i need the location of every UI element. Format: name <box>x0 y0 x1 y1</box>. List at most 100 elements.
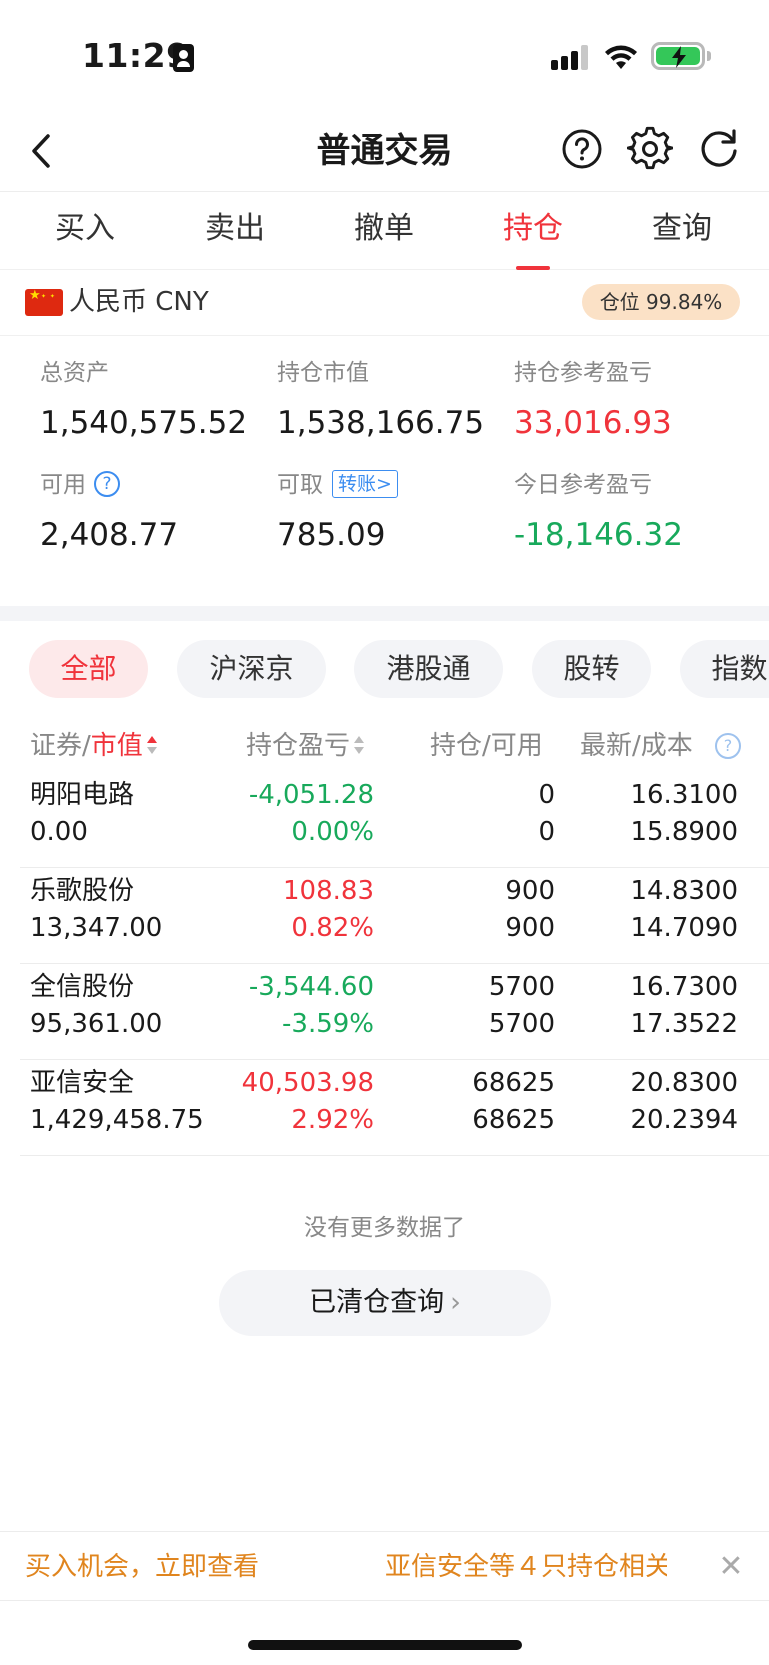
market-value: 0.00 <box>30 817 88 847</box>
withdrawable-funds: 可取 转账> 785.09 <box>277 468 398 557</box>
chip-sh-sz-bj[interactable]: 沪深京 <box>177 640 326 698</box>
position-pnl: 108.83 <box>283 876 374 906</box>
holding-value: 持仓市值 1,538,166.75 <box>277 356 484 445</box>
promo-banner[interactable]: 买入机会，立即查看 亚信安全等４只持仓相关 ✕ <box>0 1531 769 1601</box>
transfer-link[interactable]: 转账> <box>332 469 398 498</box>
cost-price: 20.2394 <box>630 1105 738 1135</box>
latest-price: 20.8300 <box>630 1068 738 1098</box>
holding-qty: 68625 <box>472 1068 555 1098</box>
nav-bar: 普通交易 <box>0 110 769 192</box>
total-assets-value: 1,540,575.52 <box>40 405 248 441</box>
trade-tabs: 买入 卖出 撤单 持仓 查询 <box>0 193 769 270</box>
available-qty: 68625 <box>472 1105 555 1135</box>
section-divider <box>0 606 769 621</box>
security-name: 亚信安全 <box>30 1068 135 1098</box>
holding-row[interactable]: 亚信安全 1,429,458.75 40,503.98 2.92% 68625 … <box>20 1060 769 1156</box>
close-icon[interactable]: ✕ <box>715 1549 747 1585</box>
cellular-signal-icon <box>551 44 591 70</box>
col-separator: / <box>482 731 491 761</box>
column-info-icon[interactable]: ? <box>715 733 741 759</box>
available-qty: 900 <box>505 913 555 943</box>
tab-holdings[interactable]: 持仓 <box>473 193 593 270</box>
sort-icon <box>354 735 365 754</box>
total-assets-label: 总资产 <box>40 360 109 386</box>
available-qty: 0 <box>538 817 555 847</box>
holding-pnl: 持仓参考盈亏 33,016.93 <box>514 356 672 445</box>
no-more-data-text: 没有更多数据了 <box>304 1215 465 1241</box>
chip-index[interactable]: 指数 <box>680 640 769 698</box>
today-pnl-label: 今日参考盈亏 <box>514 472 652 498</box>
holding-pnl-label: 持仓参考盈亏 <box>514 360 652 386</box>
id-card-icon <box>173 44 194 72</box>
holding-value-value: 1,538,166.75 <box>277 405 485 441</box>
chip-hk-connect[interactable]: 港股通 <box>354 640 503 698</box>
available-qty: 5700 <box>488 1009 555 1039</box>
cleared-positions-button[interactable]: 已清仓查询 › <box>219 1270 551 1336</box>
market-value: 1,429,458.75 <box>30 1105 204 1135</box>
position-ratio-badge: 仓位 99.84% <box>582 284 740 320</box>
help-icon[interactable] <box>559 126 605 172</box>
latest-price: 14.8300 <box>630 876 738 906</box>
holding-row[interactable]: 全信股份 95,361.00 -3,544.60 -3.59% 5700 570… <box>20 964 769 1060</box>
asset-summary: 总资产 1,540,575.52 持仓市值 1,538,166.75 持仓参考盈… <box>0 336 769 606</box>
cost-price: 17.3522 <box>630 1009 738 1039</box>
col-cost-label: 成本 <box>640 731 693 761</box>
wifi-icon <box>605 45 637 69</box>
available-value: 2,408.77 <box>40 517 179 553</box>
tab-cancel-order[interactable]: 撤单 <box>324 193 444 270</box>
today-pnl-value: -18,146.32 <box>514 517 683 553</box>
currency-row: 人民币 CNY 仓位 99.84% <box>0 270 769 336</box>
position-pnl-percent: 2.92% <box>291 1105 374 1135</box>
col-latest-label: 最新 <box>580 731 633 761</box>
status-bar: 11:29 <box>0 0 769 110</box>
holding-qty: 900 <box>505 876 555 906</box>
home-indicator <box>248 1640 522 1650</box>
col-pnl-label: 持仓盈亏 <box>246 731 351 761</box>
holding-pnl-value: 33,016.93 <box>514 405 672 441</box>
withdrawable-label: 可取 转账> <box>277 468 398 502</box>
holding-row[interactable]: 明阳电路 0.00 -4,051.28 0.00% 0 0 16.3100 15… <box>20 772 769 868</box>
latest-price: 16.3100 <box>630 780 738 810</box>
chip-neeq[interactable]: 股转 <box>532 640 651 698</box>
market-filter-chips: 全部 沪深京 港股通 股转 指数 <box>0 640 769 700</box>
currency-label: 人民币 CNY <box>69 287 209 317</box>
sort-by-market-value[interactable]: 证券/市值 <box>30 720 157 772</box>
settings-gear-icon[interactable] <box>627 126 673 172</box>
col-available-label: 可用 <box>490 731 543 761</box>
market-value: 13,347.00 <box>30 913 163 943</box>
position-pnl-percent: -3.59% <box>282 1009 374 1039</box>
holding-row[interactable]: 乐歌股份 13,347.00 108.83 0.82% 900 900 14.8… <box>20 868 769 964</box>
available-label: 可用? <box>40 468 178 502</box>
tab-sell[interactable]: 卖出 <box>175 193 295 270</box>
holdings-table-header: 证券/市值 持仓盈亏 持仓/可用 最新/成本 ? <box>0 720 769 772</box>
col-holding-label: 持仓 <box>430 731 483 761</box>
battery-cap <box>707 51 711 61</box>
available-funds: 可用? 2,408.77 <box>40 468 178 557</box>
security-name: 明阳电路 <box>30 780 135 810</box>
holding-value-label: 持仓市值 <box>277 360 369 386</box>
col-security-label: 证券 <box>30 731 83 761</box>
china-flag-icon <box>25 288 63 316</box>
col-separator: / <box>632 731 641 761</box>
position-pnl: -3,544.60 <box>248 972 374 1002</box>
tab-query[interactable]: 查询 <box>622 193 742 270</box>
col-latest-cost: 最新/成本 <box>580 720 693 772</box>
battery-icon <box>651 42 705 70</box>
banner-buy-opportunity[interactable]: 买入机会，立即查看 <box>25 1532 259 1600</box>
banner-marquee-text[interactable]: 亚信安全等４只持仓相关 <box>385 1532 667 1600</box>
security-name: 全信股份 <box>30 972 135 1002</box>
position-pnl: 40,503.98 <box>241 1068 374 1098</box>
holding-qty: 0 <box>538 780 555 810</box>
available-help-icon[interactable]: ? <box>94 470 120 497</box>
col-holding-available: 持仓/可用 <box>430 720 543 772</box>
chip-all[interactable]: 全部 <box>29 640 148 698</box>
chevron-right-icon: › <box>450 1287 461 1318</box>
sort-icon <box>146 735 157 754</box>
refresh-icon[interactable] <box>696 126 742 172</box>
tab-buy[interactable]: 买入 <box>25 193 145 270</box>
sort-by-pnl[interactable]: 持仓盈亏 <box>246 720 365 772</box>
withdrawable-label-text: 可取 <box>277 472 323 498</box>
available-label-text: 可用 <box>40 472 86 498</box>
holding-qty: 5700 <box>488 972 555 1002</box>
withdrawable-value: 785.09 <box>277 517 386 553</box>
